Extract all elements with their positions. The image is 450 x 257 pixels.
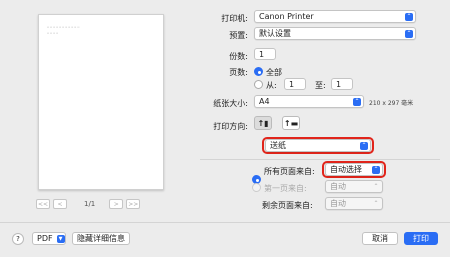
pages-to-field[interactable]: 1 [331,78,353,90]
all-pages-value: 自动选择 [330,165,362,174]
copies-field[interactable]: 1 [254,48,276,60]
section-popup[interactable]: 送纸 ⌃ [265,139,371,152]
popup-caret-icon: ⌃ [373,183,379,190]
orientation-label: 打印方向: [213,122,248,131]
pdf-label: PDF [37,234,53,243]
paper-size-label: 纸张大小: [213,99,248,108]
first-page-radio[interactable] [252,183,261,192]
preview-page: ▫▫▫▫▫▫▫▫▫▫▫ ▫▫▫▫ [38,14,164,190]
pages-range-radio[interactable] [254,80,263,89]
landscape-icon: ↑▬ [283,118,299,128]
section-divider [200,159,440,160]
paper-size-popup[interactable]: A4 ⌃ [254,95,364,108]
presets-value: 默认设置 [259,29,291,38]
portrait-orientation-button[interactable]: ↑▮ [254,116,272,130]
remaining-label: 剩余页面来自: [262,201,313,210]
popup-caret-icon: ⌃ [360,142,368,150]
pages-label: 页数: [229,68,248,77]
help-icon[interactable]: ? [12,233,24,245]
footer-divider [0,222,450,223]
first-page-label: 第一页来自: [264,184,307,193]
preview-pager: << < 1/1 > >> [36,198,143,210]
pages-all-label: 全部 [266,68,282,77]
hide-details-button[interactable]: 隐藏详细信息 [72,232,130,245]
prev-page-button[interactable]: < [53,199,67,209]
pages-from-field[interactable]: 1 [284,78,306,90]
print-button[interactable]: 打印 [404,232,438,245]
printer-label: 打印机: [221,14,248,23]
popup-caret-icon: ⌃ [372,166,380,174]
chevron-down-icon: ▼ [56,234,65,243]
landscape-orientation-button[interactable]: ↑▬ [282,116,300,130]
paper-size-value: A4 [259,97,270,106]
remaining-popup[interactable]: 自动 ⌃ [325,197,383,210]
first-page-button[interactable]: << [36,199,50,209]
next-page-button[interactable]: > [109,199,124,209]
presets-label: 预置: [229,31,248,40]
all-pages-label: 所有页面来自: [264,167,315,176]
pages-all-radio[interactable] [254,67,263,76]
all-pages-popup[interactable]: 自动选择 ⌃ [325,163,383,176]
pdf-menu-button[interactable]: PDF ▼ [32,232,66,245]
popup-caret-icon: ⌃ [353,98,361,106]
printer-popup[interactable]: Canon Printer ⌃ [254,10,416,23]
page-count: 1/1 [84,200,96,208]
preview-text-line: ▫▫▫▫ [47,31,60,35]
cancel-button[interactable]: 取消 [362,232,398,245]
presets-popup[interactable]: 默认设置 ⌃ [254,27,416,40]
preview-text-line: ▫▫▫▫▫▫▫▫▫▫▫ [47,25,81,29]
popup-caret-icon: ⌃ [405,30,413,38]
popup-caret-icon: ⌃ [373,200,379,207]
remaining-value: 自动 [330,199,346,208]
paper-size-dims: 210 x 297 毫米 [369,100,414,107]
last-page-button[interactable]: >> [126,199,141,209]
copies-label: 份数: [229,52,248,61]
pages-from-label: 从: [266,81,277,90]
first-page-value: 自动 [330,182,346,191]
portrait-icon: ↑▮ [257,118,269,128]
section-value: 送纸 [270,141,286,150]
first-page-popup[interactable]: 自动 ⌃ [325,180,383,193]
printer-value: Canon Printer [259,12,314,21]
popup-caret-icon: ⌃ [405,13,413,21]
pages-to-label: 至: [315,81,326,90]
